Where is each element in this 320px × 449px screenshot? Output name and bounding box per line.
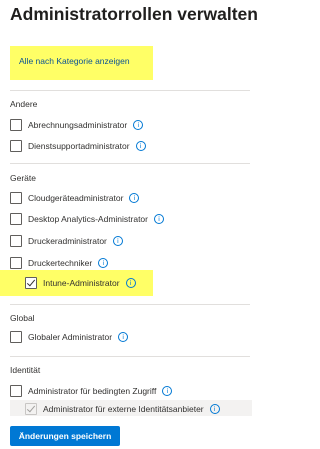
divider [10, 163, 250, 164]
role-row-dienstsupportadministrator[interactable]: Dienstsupportadministrator i [10, 135, 146, 157]
checkbox[interactable] [10, 257, 22, 269]
role-row-administrator-bedingter-zugriff[interactable]: Administrator für bedingten Zugriff i [10, 380, 173, 402]
footer: Änderungen speichern [0, 416, 252, 449]
role-label: Druckertechniker [28, 258, 93, 268]
checkbox[interactable] [10, 213, 22, 225]
checkbox[interactable] [10, 140, 22, 152]
role-label: Intune-Administrator [43, 278, 120, 288]
role-label: Dienstsupportadministrator [28, 141, 130, 151]
role-row-druckeradministrator[interactable]: Druckeradministrator i [10, 230, 123, 252]
role-label: Druckeradministrator [28, 236, 107, 246]
role-label: Cloudgeräteadministrator [28, 193, 124, 203]
info-icon[interactable]: i [135, 141, 146, 151]
info-icon[interactable]: i [118, 332, 129, 342]
group-title-identitaet: Identität [10, 365, 41, 375]
divider [10, 304, 250, 305]
checkbox-checked-disabled [25, 403, 37, 415]
checkbox[interactable] [10, 119, 22, 131]
group-title-andere: Andere [10, 99, 38, 109]
role-label: Abrechnungsadministrator [28, 120, 128, 130]
checkbox-checked[interactable] [25, 277, 37, 289]
role-row-cloudgeraeteadministrator[interactable]: Cloudgeräteadministrator i [10, 187, 140, 209]
role-row-intune-administrator[interactable]: Intune-Administrator i [0, 270, 153, 296]
info-icon[interactable]: i [112, 236, 123, 246]
save-changes-button[interactable]: Änderungen speichern [10, 426, 120, 446]
role-label: Administrator für bedingten Zugriff [28, 386, 157, 396]
checkbox[interactable] [10, 385, 22, 397]
divider [10, 90, 250, 91]
info-icon[interactable]: i [129, 193, 140, 203]
info-icon[interactable]: i [125, 278, 136, 288]
checkmark-icon [26, 403, 36, 413]
group-title-geraete: Geräte [10, 173, 36, 183]
role-label: Desktop Analytics-Administrator [28, 214, 148, 224]
role-row-administrator-externe-identitaetsanbieter[interactable]: Administrator für externe Identitätsanbi… [10, 400, 252, 416]
info-icon[interactable]: i [162, 386, 173, 396]
info-icon[interactable]: i [98, 258, 109, 268]
checkmark-icon [26, 277, 36, 287]
role-row-desktop-analytics-administrator[interactable]: Desktop Analytics-Administrator i [10, 208, 164, 230]
show-by-category-link[interactable]: Alle nach Kategorie anzeigen [10, 46, 153, 80]
role-label: Globaler Administrator [28, 332, 113, 342]
page-title: Administratorrollen verwalten [10, 4, 258, 24]
checkbox[interactable] [10, 235, 22, 247]
checkbox[interactable] [10, 192, 22, 204]
divider [10, 356, 250, 357]
role-row-abrechnungsadministrator[interactable]: Abrechnungsadministrator i [10, 114, 144, 136]
checkbox[interactable] [10, 331, 22, 343]
group-title-global: Global [10, 313, 35, 323]
roles-list[interactable]: Alle nach Kategorie anzeigen Andere Abre… [0, 32, 252, 416]
role-row-globaler-administrator[interactable]: Globaler Administrator i [10, 326, 129, 348]
role-label: Administrator für externe Identitätsanbi… [43, 404, 204, 414]
info-icon[interactable]: i [133, 120, 144, 130]
info-icon[interactable]: i [209, 404, 220, 414]
info-icon[interactable]: i [154, 214, 164, 224]
